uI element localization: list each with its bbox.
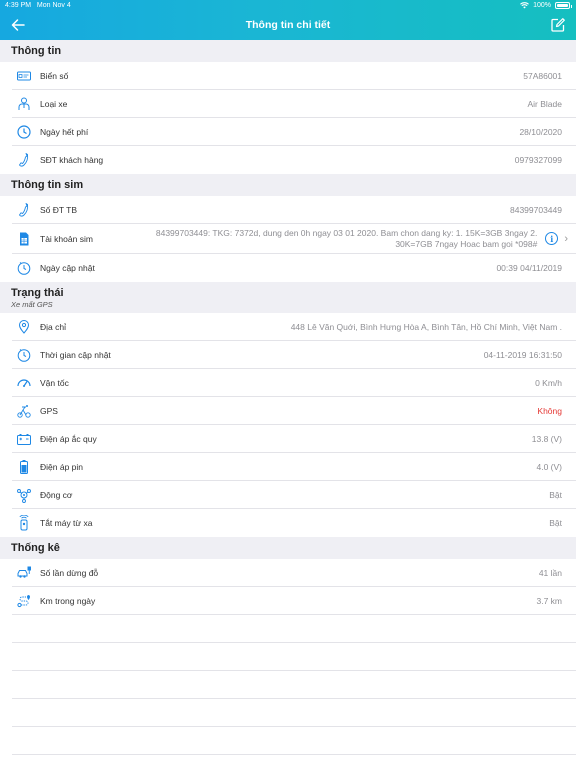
section-header-info: Thông tin xyxy=(0,40,576,62)
battery-icon xyxy=(555,2,572,9)
row-sim-number: Số ĐT TB 84399703449 xyxy=(12,196,576,224)
expiry-value: 28/10/2020 xyxy=(519,126,562,137)
row-plate: Biển số 57A86001 xyxy=(12,62,576,90)
row-remote-off: Tắt máy từ xa Bật xyxy=(0,509,576,537)
row-battery-voltage: Điện áp ắc quy 13.8 (V) xyxy=(12,425,576,453)
stops-label: Số lần dừng đỗ xyxy=(40,567,99,578)
sim-account-label: Tài khoản sim xyxy=(40,233,93,244)
sim-card-icon xyxy=(10,225,38,253)
section-title: Thông tin sim xyxy=(11,179,84,191)
chevron-right-icon[interactable]: › xyxy=(564,233,568,245)
engine-label: Động cơ xyxy=(40,489,73,500)
remote-control-icon xyxy=(10,509,38,537)
row-stops: Số lần dừng đỗ 41 lần xyxy=(12,559,576,587)
status-date: Mon Nov 4 xyxy=(36,2,71,9)
status-bar: 4:39 PM Mon Nov 4 100% xyxy=(0,0,576,11)
row-customer-phone: SĐT khách hàng 0979327099 xyxy=(0,146,576,174)
status-time: 4:39 PM xyxy=(5,2,32,9)
empty-row xyxy=(12,615,576,643)
wifi-icon xyxy=(520,2,530,9)
section-header-state: Trạng thái Xe mất GPS xyxy=(0,282,576,313)
gps-label: GPS xyxy=(40,405,58,416)
row-address: Địa chỉ 448 Lê Văn Quới, Bình Hưng Hòa A… xyxy=(12,313,576,341)
km-today-value: 3.7 km xyxy=(536,595,562,606)
speed-label: Vận tốc xyxy=(40,377,69,388)
timer-icon xyxy=(10,341,38,369)
info-icon[interactable]: i xyxy=(545,232,559,245)
km-today-label: Km trong ngày xyxy=(40,595,96,606)
timer-icon xyxy=(10,254,38,282)
plate-value: 57A86001 xyxy=(523,70,562,81)
gps-value: Không xyxy=(537,405,562,416)
empty-row xyxy=(12,699,576,727)
gps-icon xyxy=(10,397,38,425)
app-header: 4:39 PM Mon Nov 4 100% Thông tin chi tiế… xyxy=(0,0,576,40)
location-pin-icon xyxy=(10,313,38,341)
update-time-value: 04-11-2019 16:31:50 xyxy=(483,349,562,360)
page-title: Thông tin chi tiết xyxy=(245,19,331,31)
plate-label: Biển số xyxy=(40,70,69,81)
clock-icon xyxy=(10,118,38,146)
row-sim-updated: Ngày cập nhật 00:39 04/11/2019 xyxy=(0,254,576,282)
section-header-sim: Thông tin sim xyxy=(0,174,576,196)
row-speed: Vận tốc 0 Km/h xyxy=(12,369,576,397)
battery-voltage-label: Điện áp ắc quy xyxy=(40,433,97,444)
engine-icon xyxy=(10,481,38,509)
row-vehicle-type: Loại xe Air Blade xyxy=(12,90,576,118)
section-header-stats: Thống kê xyxy=(0,537,576,559)
row-engine: Động cơ Bật xyxy=(12,481,576,509)
section-title: Thông tin xyxy=(11,45,62,57)
update-time-label: Thời gian cập nhật xyxy=(40,349,111,360)
vehicle-type-value: Air Blade xyxy=(527,98,563,109)
row-update-time: Thời gian cập nhật 04-11-2019 16:31:50 xyxy=(12,341,576,369)
vehicle-type-label: Loại xe xyxy=(40,98,68,109)
nav-bar: Thông tin chi tiết xyxy=(0,11,576,40)
row-expiry: Ngày hết phí 28/10/2020 xyxy=(12,118,576,146)
remote-off-value: Bật xyxy=(549,518,562,528)
detail-list: Thông tin Biển số 57A86001 Loại xe Air B… xyxy=(0,40,576,755)
expiry-label: Ngày hết phí xyxy=(40,126,89,137)
pin-voltage-value: 4.0 (V) xyxy=(536,461,562,472)
phone-icon xyxy=(10,146,38,174)
sim-account-value: 84399703449: TKG: 7372d, dung den 0h nga… xyxy=(155,227,538,249)
status-time-date: 4:39 PM Mon Nov 4 xyxy=(5,0,71,11)
gps-status-subtitle: Xe mất GPS xyxy=(11,300,53,309)
address-label: Địa chỉ xyxy=(40,321,66,332)
parked-car-icon xyxy=(10,559,38,587)
stops-value: 41 lần xyxy=(538,567,562,578)
pin-voltage-label: Điện áp pin xyxy=(40,461,84,472)
remote-off-label: Tắt máy từ xa xyxy=(40,518,93,528)
empty-row xyxy=(12,727,576,755)
driver-icon xyxy=(10,90,38,118)
engine-value: Bật xyxy=(549,489,562,500)
speedometer-icon xyxy=(10,369,38,397)
car-battery-icon xyxy=(10,425,38,453)
row-sim-account[interactable]: Tài khoản sim 84399703449: TKG: 7372d, d… xyxy=(12,224,576,254)
row-gps: GPS Không xyxy=(12,397,576,425)
row-km-today: Km trong ngày 3.7 km xyxy=(12,587,576,615)
address-value: 448 Lê Văn Quới, Bình Hưng Hòa A, Bình T… xyxy=(290,321,562,332)
sim-updated-label: Ngày cập nhật xyxy=(40,263,95,273)
route-icon xyxy=(10,587,38,615)
empty-row xyxy=(12,643,576,671)
sim-number-label: Số ĐT TB xyxy=(40,204,78,215)
row-pin-voltage: Điện áp pin 4.0 (V) xyxy=(12,453,576,481)
speed-value: 0 Km/h xyxy=(535,377,562,388)
customer-phone-value[interactable]: 0979327099 xyxy=(515,155,562,165)
license-plate-icon xyxy=(10,62,38,90)
edit-icon[interactable] xyxy=(550,17,566,33)
sim-updated-value: 00:39 04/11/2019 xyxy=(496,263,562,273)
phone-icon xyxy=(10,196,38,224)
battery-icon xyxy=(10,453,38,481)
sim-number-value: 84399703449 xyxy=(509,204,562,215)
section-title: Trạng thái xyxy=(11,287,64,299)
customer-phone-label: SĐT khách hàng xyxy=(40,155,104,165)
battery-percent: 100% xyxy=(533,2,551,9)
battery-voltage-value: 13.8 (V) xyxy=(531,433,562,444)
section-title: Thống kê xyxy=(11,542,60,554)
empty-row xyxy=(12,671,576,699)
